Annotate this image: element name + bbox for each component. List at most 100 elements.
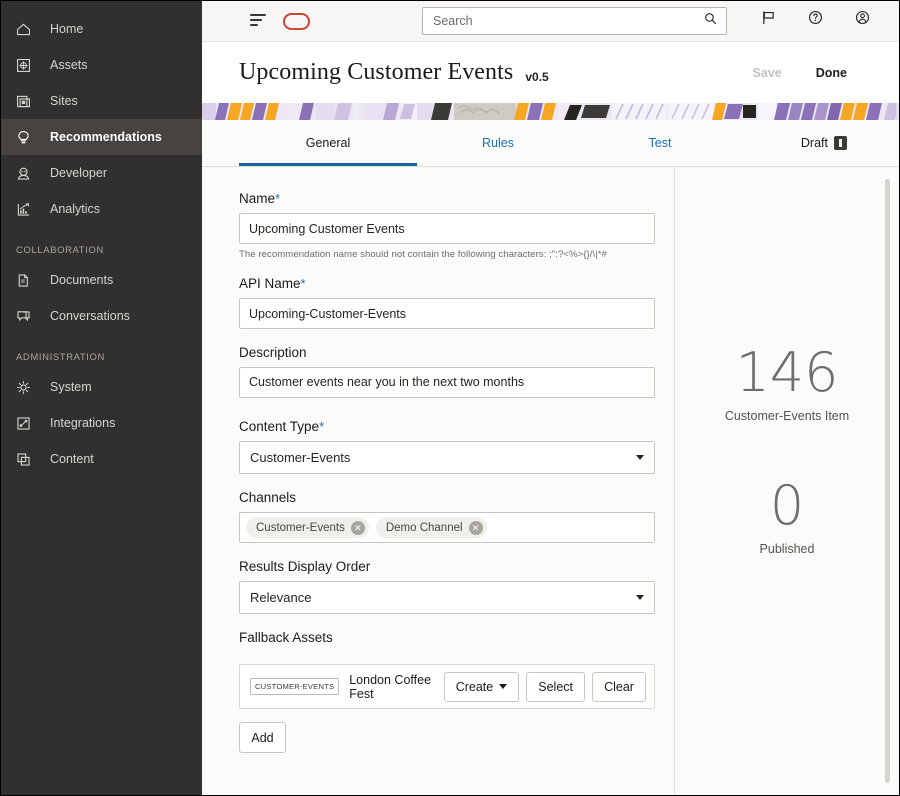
channels-label: Channels (239, 490, 297, 505)
sidebar-item-label: Conversations (50, 309, 130, 323)
documents-icon (15, 270, 41, 290)
api-name-label: API Name* (239, 276, 674, 291)
chevron-down-icon (636, 455, 644, 460)
stat-published-label: Published (759, 542, 815, 556)
sidebar-item-recommendations[interactable]: Recommendations (1, 119, 202, 155)
name-helper-text: The recommendation name should not conta… (239, 249, 607, 260)
content-type-value: Customer-Events (250, 450, 351, 465)
results-display-order-select[interactable]: Relevance (239, 581, 655, 614)
stat-items-value: 146 (735, 341, 839, 404)
create-button[interactable]: Create (443, 671, 520, 702)
name-label: Name* (239, 191, 674, 206)
user-avatar-icon[interactable] (854, 9, 871, 31)
sidebar-item-sites[interactable]: Sites (1, 83, 202, 119)
asset-type-badge: CUSTOMER-EVENTS (250, 678, 340, 695)
done-button[interactable]: Done (816, 66, 847, 80)
tab-general[interactable]: General (239, 120, 417, 166)
page-header: Upcoming Customer Events v0.5 Save Done (202, 42, 899, 103)
version-label: v0.5 (525, 69, 549, 84)
description-label: Description (239, 345, 307, 360)
required-asterisk: * (275, 191, 281, 206)
close-circle-icon[interactable]: ✕ (468, 520, 483, 535)
content-type-select[interactable]: Customer-Events (239, 441, 655, 474)
sidebar-item-integrations[interactable]: Integrations (1, 405, 202, 441)
sidebar-item-label: Content (50, 452, 94, 466)
sidebar-item-label: Integrations (50, 416, 116, 430)
sidebar-item-assets[interactable]: Assets (1, 47, 202, 83)
sidebar-item-label: System (50, 380, 92, 394)
top-bar (202, 1, 899, 42)
asset-name-label: London Coffee Fest (349, 672, 432, 701)
stat-published-value: 0 (769, 474, 805, 537)
oracle-logo (283, 13, 310, 30)
sidebar-item-developer[interactable]: Developer (1, 155, 202, 191)
sidebar-item-documents[interactable]: Documents (1, 262, 202, 298)
assets-icon (15, 55, 41, 75)
sidebar-item-label: Recommendations (50, 130, 162, 144)
fallback-asset-row: CUSTOMER-EVENTS London Coffee Fest Creat… (239, 664, 655, 709)
search-icon[interactable] (703, 11, 718, 31)
search-box[interactable] (422, 7, 727, 35)
home-icon (15, 19, 41, 39)
sidebar-navigation: Home Assets Sites Recommendations Develo (1, 1, 202, 795)
stat-published: 0 Published (759, 474, 815, 557)
content-type-label-text: Content Type (239, 419, 320, 434)
results-display-order-value: Relevance (250, 590, 312, 605)
developer-icon (15, 163, 41, 183)
required-asterisk: * (300, 276, 306, 291)
chevron-down-icon (499, 684, 508, 689)
sidebar-item-label: Documents (50, 273, 114, 287)
tab-rules[interactable]: Rules (417, 120, 579, 166)
conversations-icon (15, 306, 41, 326)
sidebar-item-label: Home (50, 22, 84, 36)
sites-icon (15, 91, 41, 111)
tab-test[interactable]: Test (579, 120, 741, 166)
sidebar-item-content[interactable]: Content (1, 441, 202, 477)
sidebar-item-label: Assets (50, 58, 88, 72)
channels-field[interactable]: Customer-Events ✕ Demo Channel ✕ (239, 512, 655, 543)
lightbulb-icon (15, 127, 41, 147)
hamburger-icon[interactable] (250, 14, 266, 29)
sidebar-item-system[interactable]: System (1, 369, 202, 405)
api-name-label-text: API Name (239, 276, 301, 291)
tab-bar: General Rules Test Draft (202, 120, 899, 167)
flag-icon[interactable] (760, 9, 777, 31)
description-textarea[interactable] (239, 367, 655, 398)
integrations-icon (15, 413, 41, 433)
save-button[interactable]: Save (753, 66, 782, 80)
name-input[interactable] (239, 213, 655, 244)
status-badge: Draft (801, 120, 847, 166)
header-actions: Save Done (753, 66, 847, 80)
search-input[interactable] (431, 13, 703, 29)
sidebar-section-collaboration: COLLABORATION (16, 245, 104, 256)
select-button[interactable]: Select (526, 671, 585, 702)
sidebar-item-label: Analytics (50, 202, 101, 216)
add-button[interactable]: Add (239, 722, 286, 753)
stat-items-label: Customer-Events Item (724, 409, 850, 423)
sidebar-item-conversations[interactable]: Conversations (1, 298, 202, 334)
decorative-banner (202, 103, 899, 120)
channel-chip-label: Demo Channel (385, 521, 463, 534)
vertical-scrollbar[interactable] (885, 179, 890, 783)
api-name-input[interactable] (239, 298, 655, 329)
sidebar-item-home[interactable]: Home (1, 11, 202, 47)
sidebar-item-analytics[interactable]: Analytics (1, 191, 202, 227)
general-form: Name* The recommendation name should not… (202, 167, 674, 795)
application-window: Home Assets Sites Recommendations Develo (0, 0, 900, 796)
sidebar-item-label: Developer (50, 166, 107, 180)
required-asterisk: * (319, 419, 325, 434)
close-circle-icon[interactable]: ✕ (350, 520, 365, 535)
name-label-text: Name (239, 191, 276, 206)
info-badge-icon[interactable] (834, 136, 847, 150)
chevron-down-icon (636, 595, 644, 600)
channel-chip: Customer-Events ✕ (246, 517, 369, 538)
results-display-order-label: Results Display Order (239, 559, 371, 574)
stat-items: 146 Customer-Events Item (724, 341, 850, 424)
help-icon[interactable] (807, 9, 824, 31)
clear-button[interactable]: Clear (592, 671, 646, 702)
status-label: Draft (800, 136, 828, 150)
sidebar-item-label: Sites (50, 94, 78, 108)
fallback-assets-label: Fallback Assets (239, 630, 333, 645)
gear-icon (15, 377, 41, 397)
channel-chip-label: Customer-Events (256, 521, 345, 534)
